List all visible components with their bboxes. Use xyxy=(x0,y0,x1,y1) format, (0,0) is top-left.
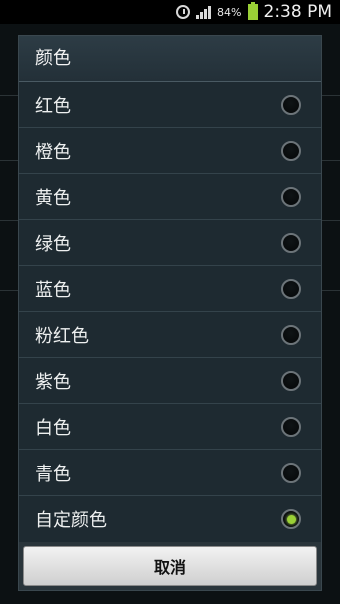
color-option[interactable]: 绿色 xyxy=(19,220,321,266)
radio-unchecked-icon[interactable] xyxy=(281,278,301,299)
dialog-button-bar: 取消 xyxy=(19,542,321,590)
color-option[interactable]: 黄色 xyxy=(19,174,321,220)
color-option-list: 红色橙色黄色绿色蓝色粉红色紫色白色青色自定颜色 xyxy=(19,82,321,542)
color-option-label: 青色 xyxy=(35,463,71,485)
color-option-label: 橙色 xyxy=(35,141,71,163)
clock: 2:38 PM xyxy=(263,2,333,22)
radio-dot-icon xyxy=(286,514,296,524)
color-option[interactable]: 自定颜色 xyxy=(19,496,321,542)
color-option-label: 紫色 xyxy=(35,371,71,393)
color-option-label: 黄色 xyxy=(35,187,71,209)
status-bar: 84% 2:38 PM xyxy=(0,0,340,24)
radio-unchecked-icon[interactable] xyxy=(281,416,301,437)
color-option[interactable]: 橙色 xyxy=(19,128,321,174)
radio-unchecked-icon[interactable] xyxy=(281,324,301,345)
color-option[interactable]: 白色 xyxy=(19,404,321,450)
radio-unchecked-icon[interactable] xyxy=(281,186,301,207)
radio-unchecked-icon[interactable] xyxy=(281,94,301,115)
color-option[interactable]: 红色 xyxy=(19,82,321,128)
color-option-label: 红色 xyxy=(35,95,71,117)
color-picker-dialog: 颜色 红色橙色黄色绿色蓝色粉红色紫色白色青色自定颜色 取消 xyxy=(18,35,322,591)
color-option[interactable]: 青色 xyxy=(19,450,321,496)
color-option[interactable]: 粉红色 xyxy=(19,312,321,358)
color-option-label: 蓝色 xyxy=(35,279,71,301)
cancel-button[interactable]: 取消 xyxy=(23,546,317,586)
dialog-title: 颜色 xyxy=(19,36,321,82)
screen: 84% 2:38 PM 颜色 红色橙色黄色绿色蓝色粉红色紫色白色青色自定颜色 取… xyxy=(0,0,340,604)
signal-icon xyxy=(196,5,212,19)
radio-unchecked-icon[interactable] xyxy=(281,370,301,391)
color-option-label: 绿色 xyxy=(35,233,71,255)
radio-unchecked-icon[interactable] xyxy=(281,462,301,483)
color-option-label: 粉红色 xyxy=(35,325,89,347)
radio-checked-icon[interactable] xyxy=(281,509,301,529)
color-option-label: 自定颜色 xyxy=(35,510,107,531)
battery-icon xyxy=(247,2,258,20)
color-option[interactable]: 蓝色 xyxy=(19,266,321,312)
alarm-icon xyxy=(176,5,191,19)
radio-unchecked-icon[interactable] xyxy=(281,232,301,253)
color-option[interactable]: 紫色 xyxy=(19,358,321,404)
status-icons: 84% 2:38 PM xyxy=(176,0,332,24)
radio-unchecked-icon[interactable] xyxy=(281,140,301,161)
color-option-label: 白色 xyxy=(35,417,71,439)
battery-percent: 84% xyxy=(217,5,242,19)
